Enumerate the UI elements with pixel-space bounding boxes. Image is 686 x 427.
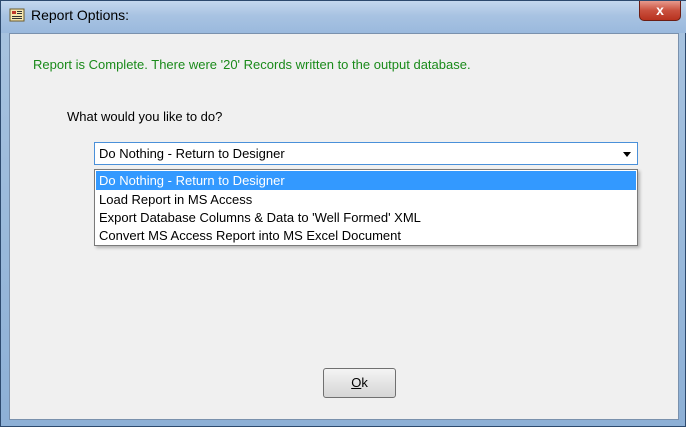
ok-button[interactable]: Ok: [323, 368, 396, 398]
report-options-dialog: Report Options: x Report is Complete. Th…: [0, 0, 686, 427]
action-select-value: Do Nothing - Return to Designer: [99, 146, 285, 161]
close-icon: x: [656, 2, 664, 18]
question-label: What would you like to do?: [67, 109, 223, 124]
action-dropdown-list: Do Nothing - Return to Designer Load Rep…: [94, 169, 638, 246]
status-message: Report is Complete. There were '20' Reco…: [33, 57, 471, 72]
action-select[interactable]: Do Nothing - Return to Designer: [94, 142, 638, 165]
ok-label-rest: k: [361, 375, 368, 390]
ok-button-label: Ok: [324, 369, 395, 397]
close-button[interactable]: x: [639, 1, 681, 21]
ok-mnemonic: O: [351, 375, 362, 390]
dropdown-option[interactable]: Convert MS Access Report into MS Excel D…: [96, 226, 636, 245]
report-app-icon: [9, 8, 25, 22]
window-title: Report Options:: [31, 7, 130, 23]
dropdown-option[interactable]: Load Report in MS Access: [96, 190, 636, 209]
dropdown-option[interactable]: Export Database Columns & Data to 'Well …: [96, 208, 636, 227]
title-bar[interactable]: Report Options: x: [1, 1, 686, 33]
dropdown-option[interactable]: Do Nothing - Return to Designer: [96, 171, 636, 190]
chevron-down-icon[interactable]: [623, 152, 631, 157]
